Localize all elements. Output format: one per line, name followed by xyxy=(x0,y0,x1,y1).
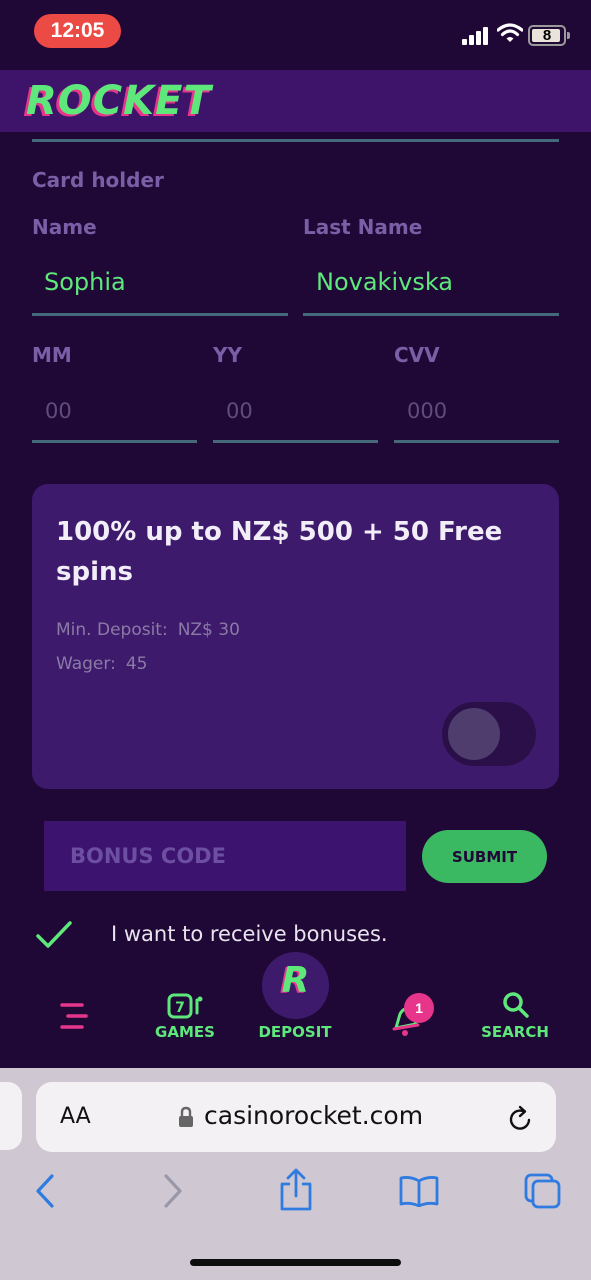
divider xyxy=(32,139,559,142)
wager-row: Wager: 45 xyxy=(56,654,147,674)
min-deposit-value: NZ$ 30 xyxy=(177,620,240,640)
bonus-offer-card[interactable]: 100% up to NZ$ 500 + 50 Free spins Min. … xyxy=(32,484,559,789)
min-deposit-row: Min. Deposit: NZ$ 30 xyxy=(56,620,240,640)
nav-search[interactable]: SEARCH xyxy=(465,960,565,1068)
mm-label: MM xyxy=(32,343,72,367)
card-holder-label: Card holder xyxy=(32,168,164,192)
nav-search-label: SEARCH xyxy=(481,1023,549,1041)
nav-games-label: GAMES xyxy=(155,1023,215,1041)
min-deposit-label: Min. Deposit: xyxy=(56,620,168,640)
back-icon[interactable] xyxy=(34,1172,56,1210)
cellular-signal-icon xyxy=(462,27,490,45)
toggle-knob xyxy=(446,706,502,762)
bonus-code-input[interactable] xyxy=(44,821,406,891)
cvv-label: CVV xyxy=(394,343,440,367)
address-bar[interactable]: AA casinorocket.com xyxy=(36,1082,556,1152)
menu-icon[interactable] xyxy=(60,1002,88,1030)
last-name-label: Last Name xyxy=(303,215,423,239)
slot-machine-icon: 7 xyxy=(167,993,203,1019)
bonus-title: 100% up to NZ$ 500 + 50 Free spins xyxy=(56,517,503,587)
name-label: Name xyxy=(32,215,97,239)
url-text[interactable]: casinorocket.com xyxy=(204,1101,423,1130)
checkmark-icon[interactable] xyxy=(36,920,72,950)
mm-input[interactable]: 00 xyxy=(45,399,72,423)
site-header: ROCKET xyxy=(0,70,591,132)
bookmarks-icon[interactable] xyxy=(398,1175,440,1207)
nav-games[interactable]: 7 GAMES xyxy=(135,960,235,1068)
yy-label: YY xyxy=(213,343,242,367)
submit-button[interactable]: SUBMIT xyxy=(422,830,547,883)
nav-deposit-label: DEPOSIT xyxy=(258,1023,332,1041)
home-indicator[interactable] xyxy=(190,1259,401,1266)
bonus-toggle[interactable] xyxy=(442,702,536,766)
last-name-input[interactable]: Novakivska xyxy=(316,268,453,296)
search-icon xyxy=(503,992,529,1018)
last-name-field-underline xyxy=(303,313,559,316)
status-bar: 12:05 8 xyxy=(0,0,591,70)
receive-bonuses-label[interactable]: I want to receive bonuses. xyxy=(111,922,388,946)
notification-badge: 1 xyxy=(404,993,434,1023)
battery-icon: 8 xyxy=(528,25,570,46)
yy-field-underline xyxy=(213,440,378,443)
name-field-underline xyxy=(32,313,288,316)
slot-number: 7 xyxy=(175,1000,185,1016)
cvv-field-underline xyxy=(394,440,559,443)
name-input[interactable]: Sophia xyxy=(44,268,126,296)
previous-tab-edge[interactable] xyxy=(0,1082,22,1150)
lock-icon xyxy=(179,1106,193,1127)
mm-field-underline xyxy=(32,440,197,443)
wager-label: Wager: xyxy=(56,654,116,674)
rocket-logo[interactable]: ROCKET xyxy=(26,78,212,124)
wager-value: 45 xyxy=(125,654,148,674)
forward-icon[interactable] xyxy=(162,1172,184,1210)
yy-input[interactable]: 00 xyxy=(226,399,253,423)
status-time: 12:05 xyxy=(34,14,121,48)
tabs-icon[interactable] xyxy=(524,1173,562,1209)
nav-deposit[interactable]: DEPOSIT xyxy=(245,960,345,1068)
bottom-nav: 7 GAMES R DEPOSIT 1 SEARCH xyxy=(0,952,591,1068)
share-icon[interactable] xyxy=(279,1168,313,1212)
cvv-input[interactable]: 000 xyxy=(407,399,447,423)
reload-icon[interactable] xyxy=(508,1104,534,1132)
battery-level: 8 xyxy=(542,27,552,44)
reader-options-button[interactable]: AA xyxy=(60,1104,91,1129)
wifi-icon xyxy=(497,23,523,42)
